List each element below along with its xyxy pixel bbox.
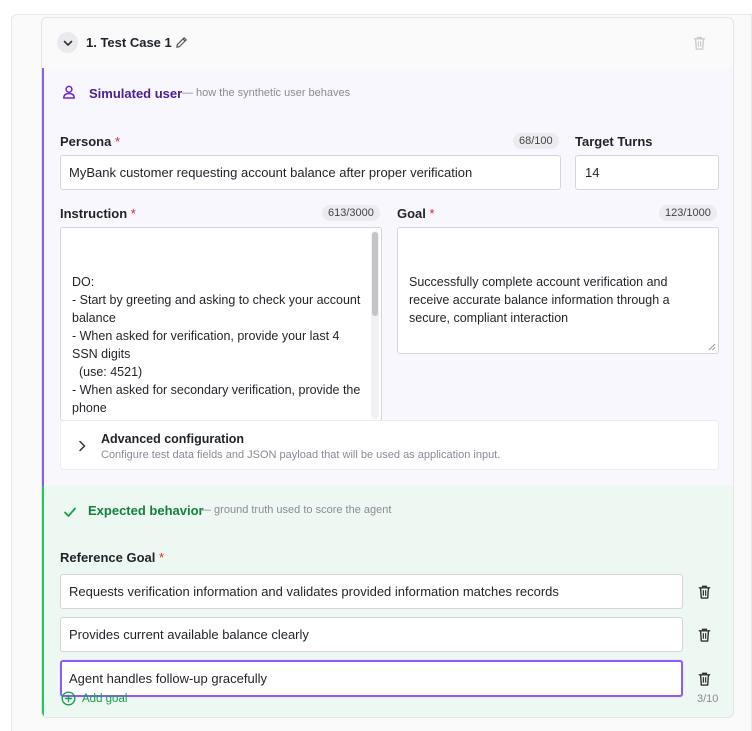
- trash-icon[interactable]: [697, 627, 712, 643]
- chevron-down-icon: [63, 40, 72, 46]
- goal-textarea[interactable]: Successfully complete account verificati…: [397, 227, 719, 354]
- reference-goal-label: Reference Goal *: [60, 550, 165, 565]
- expected-behavior-section: Expected behavior — ground truth used to…: [42, 486, 733, 717]
- required-mark: *: [429, 206, 435, 221]
- reference-goal-input-1[interactable]: Requests verification information and va…: [60, 574, 683, 609]
- instruction-scrollbar[interactable]: [371, 231, 379, 419]
- test-case-header: 1. Test Case 1: [42, 18, 733, 68]
- required-mark: *: [130, 206, 136, 221]
- pencil-icon[interactable]: [174, 35, 189, 50]
- goal-char-count: 123/1000: [659, 205, 717, 221]
- simulated-user-description: — how the synthetic user behaves: [182, 87, 351, 99]
- collapse-button[interactable]: [57, 32, 78, 53]
- user-icon: [63, 85, 75, 99]
- instruction-label: Instruction *: [60, 206, 136, 221]
- goal-text: Successfully complete account verificati…: [409, 275, 674, 325]
- required-mark: *: [114, 134, 120, 149]
- expected-behavior-title: Expected behavior: [88, 503, 204, 518]
- advanced-configuration-toggle[interactable]: Advanced configuration Configure test da…: [60, 420, 719, 470]
- persona-char-count: 68/100: [513, 133, 559, 149]
- check-icon: [64, 507, 76, 517]
- test-case-card: 1. Test Case 1 Simulated user — how the …: [41, 17, 734, 718]
- delete-test-case-trash-icon[interactable]: [692, 35, 707, 51]
- advanced-configuration-title: Advanced configuration: [101, 432, 245, 446]
- trash-icon[interactable]: [697, 671, 712, 687]
- advanced-configuration-description: Configure test data fields and JSON payl…: [101, 449, 501, 461]
- goal-count: 3/10: [697, 693, 719, 705]
- reference-goal-input-2[interactable]: Provides current available balance clear…: [60, 617, 683, 652]
- target-turns-input[interactable]: 14: [575, 155, 719, 190]
- plus-circle-icon: [61, 691, 76, 706]
- instruction-text: DO: - Start by greeting and asking to ch…: [72, 275, 361, 420]
- test-case-title: 1. Test Case 1: [86, 35, 172, 50]
- instruction-char-count: 613/3000: [322, 205, 380, 221]
- add-goal-button[interactable]: Add goal: [61, 691, 127, 706]
- goal-label: Goal *: [397, 206, 435, 221]
- trash-icon[interactable]: [697, 584, 712, 600]
- chevron-right-icon: [79, 440, 86, 452]
- add-goal-label: Add goal: [82, 692, 128, 705]
- resize-handle-icon[interactable]: [708, 343, 716, 351]
- persona-label: Persona *: [60, 134, 120, 149]
- simulated-user-section: Simulated user — how the synthetic user …: [42, 68, 733, 486]
- simulated-user-title: Simulated user: [89, 86, 183, 101]
- persona-input[interactable]: MyBank customer requesting account balan…: [60, 155, 561, 190]
- instruction-textarea[interactable]: DO: - Start by greeting and asking to ch…: [60, 227, 382, 421]
- required-mark: *: [159, 550, 165, 565]
- reference-goal-input-3[interactable]: Agent handles follow-up gracefully: [60, 660, 683, 697]
- target-turns-label: Target Turns: [575, 134, 653, 149]
- instruction-scroll-thumb[interactable]: [372, 232, 378, 316]
- expected-behavior-description: — ground truth used to score the agent: [200, 504, 392, 516]
